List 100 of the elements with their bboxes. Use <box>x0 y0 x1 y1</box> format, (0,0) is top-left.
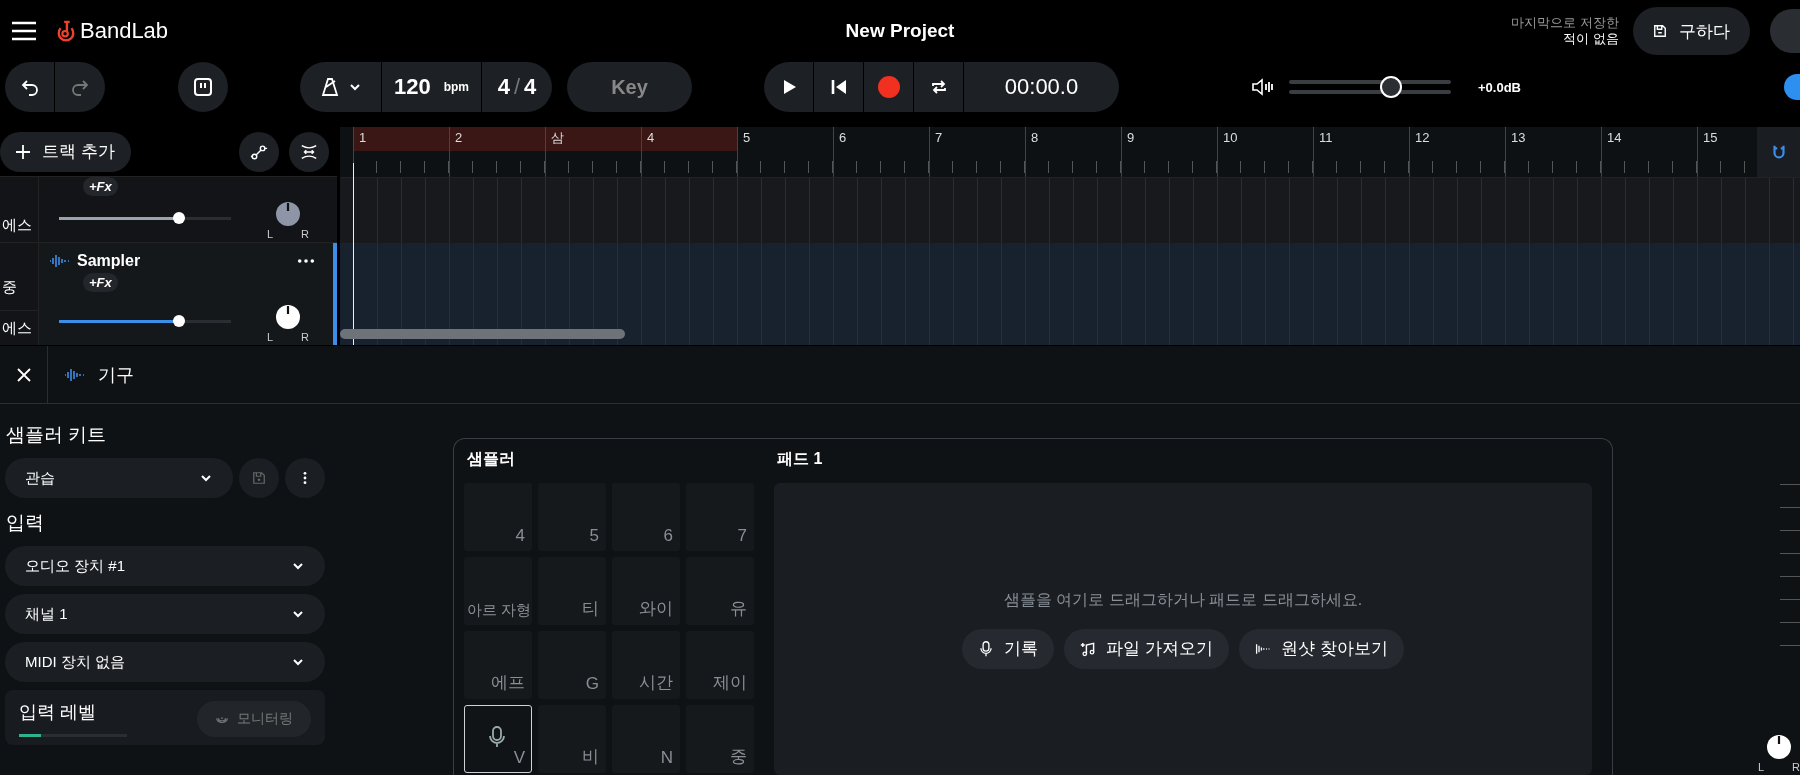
action-button[interactable]: 기록 <box>962 628 1055 669</box>
sampler-pad[interactable]: 4 <box>464 483 532 551</box>
drop-area[interactable]: 샘플을 여기로 드래그하거나 패드로 드래그하세요. 기록 파일 가져오기 원샷 찾아보기 <box>774 483 1592 775</box>
stop-icon <box>193 77 213 97</box>
bar-number: 8 <box>1031 129 1039 147</box>
preset-select[interactable]: 관습 <box>5 458 233 498</box>
expand-width-icon <box>300 142 318 161</box>
pan-label: R <box>1792 761 1800 773</box>
track-mode-button[interactable]: 에스 <box>0 311 38 345</box>
metronome-icon <box>319 77 340 97</box>
snap-button[interactable] <box>1757 127 1800 177</box>
sampler-pad[interactable]: 제이 <box>686 631 754 699</box>
track-name: Sampler <box>77 252 141 270</box>
save-kit-button[interactable] <box>239 458 279 498</box>
add-track-button[interactable]: 트랙 추가 <box>0 131 131 172</box>
track-header[interactable]: Sampler +Fx L R <box>39 243 333 345</box>
bar-number: 1 <box>359 129 367 147</box>
speaker-icon[interactable] <box>1251 77 1275 97</box>
pan-label: L <box>267 331 274 343</box>
sampler-pad[interactable]: 티 <box>538 557 606 625</box>
sampler-pad[interactable]: 중 <box>686 705 754 773</box>
playhead[interactable] <box>352 163 355 345</box>
bar-number: 14 <box>1607 129 1622 147</box>
close-icon <box>16 367 31 382</box>
drop-hint: 샘플을 여기로 드래그하거나 패드로 드래그하세요. <box>1003 589 1363 610</box>
volume-slider[interactable] <box>1289 75 1451 99</box>
bar-number: 7 <box>935 129 943 147</box>
track-header[interactable]: +Fx L R <box>39 177 333 242</box>
more-icon[interactable] <box>297 258 315 264</box>
input-select[interactable]: 오디오 장치 #1 <box>5 546 325 586</box>
sampler-pad[interactable]: 아르 자형 <box>464 557 532 625</box>
menu-icon[interactable] <box>12 21 36 41</box>
round-button[interactable] <box>1784 74 1800 100</box>
bar-number: 10 <box>1223 129 1238 147</box>
tab-label: 기구 <box>98 363 134 387</box>
save-status: 적이 없음 <box>1563 31 1619 47</box>
pan-label: L <box>267 228 274 240</box>
sampler-pad[interactable]: 7 <box>686 483 754 551</box>
track-lane[interactable] <box>340 177 1800 243</box>
bar-number: 삼 <box>551 129 564 147</box>
sampler-pad[interactable]: 비 <box>538 705 606 773</box>
sampler-pad[interactable]: 5 <box>538 483 606 551</box>
sampler-pad[interactable]: 에프 <box>464 631 532 699</box>
redo-icon <box>70 77 90 97</box>
sampler-title: 샘플러 <box>466 449 516 469</box>
logo-icon <box>56 19 76 43</box>
input-select[interactable]: 채널 1 <box>5 594 325 634</box>
time-signature-field[interactable]: 4 / 4 <box>482 62 552 112</box>
sampler-pad[interactable]: V <box>464 705 532 773</box>
bar-number: 13 <box>1511 129 1526 147</box>
fx-button[interactable]: +Fx <box>83 273 118 292</box>
track-lane[interactable] <box>340 243 1800 345</box>
bar-number: 9 <box>1127 129 1135 147</box>
music-note-icon <box>1080 640 1097 657</box>
save-status: 마지막으로 저장한 <box>1511 15 1619 31</box>
track-mode-button[interactable]: 에스 <box>0 208 38 242</box>
tempo-field[interactable]: 120 bpm <box>382 62 482 112</box>
bar-number: 5 <box>743 129 751 147</box>
undo-icon <box>19 77 40 97</box>
input-select[interactable]: MIDI 장치 없음 <box>5 642 325 682</box>
plus-icon <box>16 144 30 159</box>
pan-label: R <box>301 228 309 240</box>
microphone-icon <box>978 640 995 657</box>
bar-number: 2 <box>455 129 463 147</box>
pan-knob[interactable] <box>1765 733 1793 761</box>
sampler-pad[interactable]: 와이 <box>612 557 680 625</box>
bar-number: 12 <box>1415 129 1430 147</box>
pad-title: 패드 1 <box>776 449 824 469</box>
volume-reading: +0.0dB <box>1478 79 1521 95</box>
pan-label: R <box>301 331 309 343</box>
floppy-icon <box>252 471 266 485</box>
sampler-pad[interactable]: N <box>612 705 680 773</box>
automation-button[interactable] <box>239 131 279 172</box>
save-button[interactable]: 구하다 <box>1633 7 1750 55</box>
waveform-icon <box>49 253 69 269</box>
sampler-pad[interactable]: 시간 <box>612 631 680 699</box>
sampler-pad[interactable]: 6 <box>612 483 680 551</box>
bar-number: 15 <box>1703 129 1718 147</box>
pan-knob[interactable] <box>274 303 302 331</box>
sampler-pad[interactable]: 유 <box>686 557 754 625</box>
section-label: 샘플러 키트 <box>6 423 108 447</box>
time-display: 00:00.0 <box>1003 74 1080 100</box>
waveform-icon <box>64 366 84 383</box>
pan-label: L <box>1758 761 1765 773</box>
action-button[interactable]: 원샷 찾아보기 <box>1239 628 1404 669</box>
action-button[interactable]: 파일 가져오기 <box>1064 628 1229 669</box>
track-mode-button[interactable]: 중 <box>0 265 38 311</box>
stop-button[interactable] <box>178 62 228 112</box>
instrument-tab[interactable]: 기구 <box>64 362 134 387</box>
logo-text: BandLab <box>80 18 169 44</box>
microphone-icon <box>489 726 505 748</box>
fit-button[interactable] <box>289 131 329 172</box>
project-title: New Project <box>845 20 955 42</box>
input-level-label: 입력 레벨 <box>19 701 97 724</box>
bar-number: 11 <box>1319 129 1333 147</box>
scrollbar[interactable] <box>340 329 625 339</box>
sampler-pad[interactable]: G <box>538 631 606 699</box>
fx-button[interactable]: +Fx <box>83 177 118 196</box>
bar-number: 6 <box>839 129 847 147</box>
pan-knob[interactable] <box>274 200 302 228</box>
